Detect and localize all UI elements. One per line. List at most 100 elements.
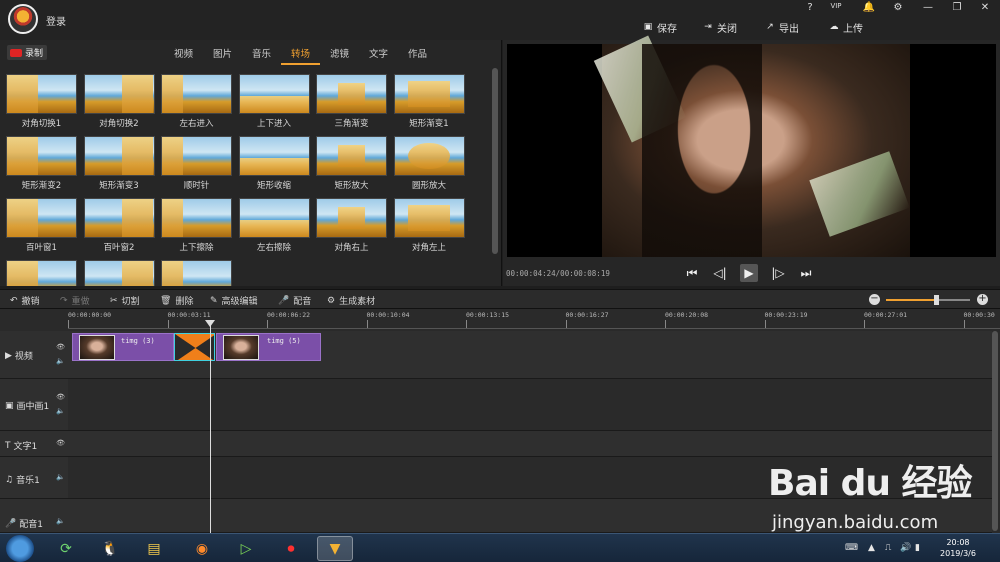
taskbar-app-firefox[interactable]: ◉	[184, 536, 220, 561]
cut-icon: ✂	[110, 295, 118, 306]
keyboard-icon[interactable]: ⌨	[845, 543, 858, 553]
track-header-music: ♫ 音乐1 🔈	[0, 457, 68, 499]
tab-filter[interactable]: 滤镜	[320, 46, 359, 65]
tab-image[interactable]: 图片	[203, 46, 242, 65]
bell-icon[interactable]: 🔔	[859, 2, 879, 16]
close-icon[interactable]: ✕	[975, 2, 995, 16]
transition-tile[interactable]: 百叶窗1	[6, 198, 77, 254]
transition-tile[interactable]: 对角左上	[393, 198, 465, 254]
undo-button[interactable]: ↶ 撤销	[10, 294, 40, 308]
skip-end-button[interactable]: ⏭	[797, 264, 815, 282]
video-lane[interactable]: timg (3) timg (5)	[68, 331, 992, 379]
tab-music[interactable]: 音乐	[242, 46, 281, 65]
transition-tile[interactable]: 上下进入	[238, 74, 310, 130]
taskbar-app-video-editor[interactable]: ▼	[317, 536, 353, 561]
step-forward-button[interactable]: |▷	[769, 264, 787, 282]
tab-text[interactable]: 文字	[359, 46, 398, 65]
transition-tile[interactable]: 左右擦除	[238, 198, 310, 254]
tab-video[interactable]: 视频	[164, 46, 203, 65]
transition-tile[interactable]: 三角渐变	[316, 74, 387, 130]
video-clip[interactable]: timg (3)	[72, 333, 174, 361]
zoom-slider[interactable]	[886, 295, 970, 305]
transition-tile[interactable]: 矩形渐变3	[83, 136, 155, 192]
taskbar-app-explorer[interactable]: ▤	[136, 536, 172, 561]
ruler-tick: 00:00:27:01	[864, 311, 908, 328]
upload-button[interactable]: ☁ 上传	[829, 20, 864, 35]
show-hidden-icons[interactable]: ▲	[868, 543, 875, 553]
transition-overlay	[239, 157, 309, 175]
transition-overlay	[7, 75, 39, 113]
volume-icon[interactable]: 🔊	[900, 543, 911, 553]
transition-tile[interactable]: 对角右上	[316, 198, 387, 254]
transition-tile[interactable]: 矩形渐变2	[6, 136, 77, 192]
transition-tile[interactable]: 对角切换1	[6, 74, 77, 130]
start-button[interactable]	[6, 535, 34, 562]
tab-transition[interactable]: 转场	[281, 46, 320, 65]
transition-tile[interactable]: 圆形放大	[393, 136, 465, 192]
export-button[interactable]: ↗ 导出	[765, 20, 799, 35]
transition-tile[interactable]: 左右进入	[161, 74, 232, 130]
eye-icon[interactable]: 👁	[56, 343, 65, 351]
delete-button[interactable]: 🗑 删除	[160, 294, 193, 308]
watermark-url: jingyan.baidu.com	[772, 512, 939, 533]
taskbar-app-recorder[interactable]: ⏺	[273, 536, 309, 561]
login-link[interactable]: 登录	[46, 13, 66, 28]
advanced-edit-button[interactable]: ✎ 高级编辑	[210, 294, 258, 308]
asset-panel: 录制 视频 图片 音乐 转场 滤镜 文字 作品 对角切换1 对角切换2 左右进入 上下…	[0, 40, 502, 286]
play-button[interactable]: ▶	[740, 264, 758, 282]
speaker-icon[interactable]: 🔈	[56, 473, 65, 481]
help-icon[interactable]: ?	[800, 2, 820, 16]
save-button[interactable]: ▣ 保存	[643, 20, 677, 35]
close-project-button[interactable]: ⇥ 关闭	[703, 20, 737, 35]
transition-tile[interactable]	[6, 260, 77, 286]
voiceover-button[interactable]: 🎤 配音	[278, 294, 311, 308]
record-button[interactable]: 录制	[7, 45, 47, 60]
eye-icon[interactable]: 👁	[56, 393, 65, 401]
transition-tile[interactable]	[161, 260, 232, 286]
transition-tile[interactable]: 顺时针	[161, 136, 232, 192]
usb-icon[interactable]: ⎍	[885, 543, 891, 553]
vip-icon[interactable]: VIP	[826, 2, 846, 16]
video-clip[interactable]: timg (5)	[216, 333, 321, 361]
light-flare	[809, 151, 910, 237]
transition-tile[interactable]	[83, 260, 155, 286]
transition-tile[interactable]: 矩形放大	[316, 136, 387, 192]
clip-name: timg (5)	[267, 337, 301, 345]
playhead[interactable]	[205, 320, 215, 533]
redo-label: 重做	[71, 297, 90, 307]
taskbar-app-qq[interactable]: 🐧	[92, 536, 128, 561]
generate-material-button[interactable]: ⚙ 生成素材	[327, 294, 375, 308]
transition-clip[interactable]	[174, 333, 215, 361]
transition-tile[interactable]: 矩形收缩	[238, 136, 310, 192]
tab-works[interactable]: 作品	[398, 46, 437, 65]
speaker-icon[interactable]: 🔈	[56, 517, 65, 525]
track-label: 音乐1	[16, 476, 40, 486]
transition-tile[interactable]: 矩形渐变1	[393, 74, 465, 130]
taskbar-app-player[interactable]: ▷	[228, 536, 264, 561]
network-icon[interactable]: ▮	[915, 543, 920, 553]
taskbar-app-360[interactable]: ⟳	[48, 536, 84, 561]
playhead-handle[interactable]	[205, 320, 215, 327]
speaker-icon[interactable]: 🔈	[56, 357, 65, 365]
transition-overlay	[122, 137, 154, 175]
pip-lane[interactable]	[68, 379, 992, 431]
cut-button[interactable]: ✂ 切割	[110, 294, 140, 308]
transition-tile[interactable]: 对角切换2	[83, 74, 155, 130]
step-back-icon: ◁|	[713, 266, 727, 280]
step-back-button[interactable]: ◁|	[711, 264, 729, 282]
skip-start-button[interactable]: ⏮	[683, 264, 701, 282]
maximize-icon[interactable]: ❐	[947, 2, 967, 16]
zoom-slider-thumb[interactable]	[934, 295, 940, 305]
eye-icon[interactable]: 👁	[56, 439, 65, 447]
asset-scrollbar[interactable]	[492, 68, 498, 254]
redo-button[interactable]: ↷ 重做	[60, 294, 90, 308]
gear-icon[interactable]: ⚙	[888, 2, 908, 16]
transition-tile[interactable]: 上下擦除	[161, 198, 232, 254]
speaker-icon[interactable]: 🔈	[56, 407, 65, 415]
zoom-out-button[interactable]: −	[869, 294, 880, 305]
zoom-in-button[interactable]: +	[977, 294, 988, 305]
taskbar-clock[interactable]: 20:08 2019/3/6	[930, 537, 986, 559]
transition-tile[interactable]: 百叶窗2	[83, 198, 155, 254]
minimize-icon[interactable]: —	[918, 2, 938, 16]
title-bar: 登录 ? VIP 🔔 ⚙ — ❐ ✕ ▣ 保存 ⇥ 关闭 ↗ 导出 ☁ 上传	[0, 0, 1000, 40]
